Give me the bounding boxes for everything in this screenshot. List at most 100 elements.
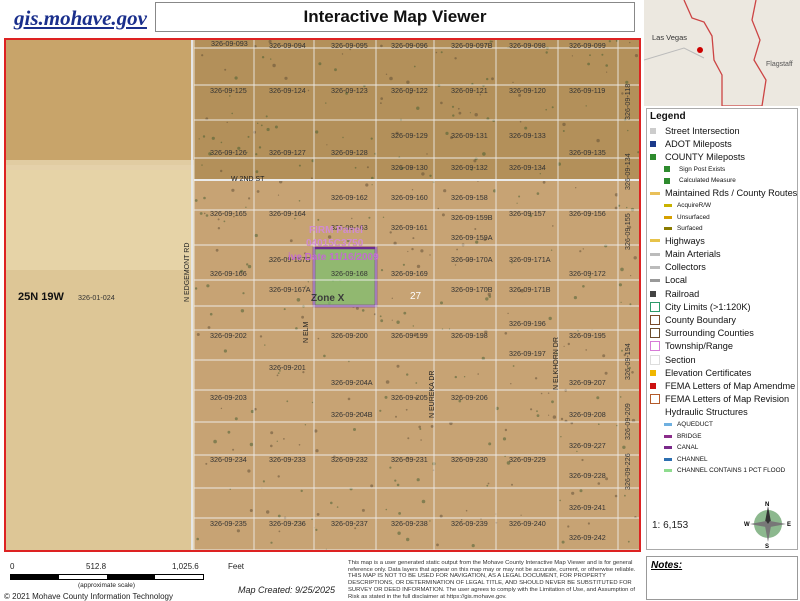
- vegetation-dot: [416, 264, 421, 269]
- vegetation-dot: [403, 311, 407, 315]
- parcel-label: 326-09-159A: [451, 233, 493, 242]
- legend-item: Surrounding Counties: [650, 327, 794, 340]
- legend-panel: Legend Street Intersection ADOT Mileposts…: [646, 108, 798, 550]
- vegetation-dot: [407, 250, 409, 253]
- vegetation-dot: [548, 316, 552, 321]
- vegetation-dot: [406, 373, 409, 376]
- vegetation-dot: [236, 529, 240, 533]
- vegetation-dot: [311, 518, 313, 520]
- imagery-top-left: [6, 40, 194, 165]
- parcel-label: 326-09-197: [509, 349, 546, 358]
- vegetation-dot: [379, 315, 382, 318]
- legend-label: Unsurfaced: [677, 213, 710, 221]
- street-2nd-label: W 2ND ST: [231, 176, 265, 183]
- vegetation-dot: [550, 249, 553, 251]
- vegetation-dot: [629, 41, 631, 44]
- vegetation-dot: [552, 225, 554, 227]
- vegetation-dot: [334, 68, 337, 72]
- parcel-label: 326-09-203: [210, 393, 247, 402]
- vegetation-dot: [246, 263, 249, 266]
- legend-item: AQUEDUCT: [650, 419, 794, 431]
- vegetation-dot: [407, 437, 410, 440]
- vegetation-dot: [585, 349, 587, 351]
- vegetation-dot: [242, 292, 245, 295]
- parcel-label: 326-09-201: [269, 363, 306, 372]
- vegetation-dot: [415, 382, 418, 384]
- vegetation-dot: [454, 375, 457, 379]
- vegetation-dot: [624, 494, 626, 497]
- vegetation-dot: [614, 206, 618, 210]
- vegetation-dot: [342, 136, 344, 139]
- vegetation-dot: [206, 284, 210, 288]
- vegetation-dot: [539, 173, 541, 175]
- legend-title: Legend: [650, 111, 686, 122]
- site-link[interactable]: gis.mohave.gov: [14, 6, 147, 31]
- parcel-label: 326-09-233: [269, 455, 306, 464]
- vegetation-dot: [276, 440, 278, 442]
- vegetation-dot: [380, 102, 382, 104]
- vegetation-dot: [596, 138, 600, 143]
- firm-effective-date: ive Date 11/16/2009: [288, 252, 379, 263]
- vegetation-dot: [266, 510, 270, 514]
- vegetation-dot: [625, 80, 629, 84]
- parcel-label: 326-09-128: [331, 148, 368, 157]
- vegetation-dot: [402, 263, 405, 266]
- legend-item: FEMA Letters of Map Revision: [650, 393, 794, 406]
- parcel-label: 326-09-134: [509, 163, 546, 172]
- parcel-label: 326-09-207: [569, 378, 606, 387]
- vegetation-dot: [416, 106, 420, 110]
- legend-swatch-icon: [664, 215, 672, 219]
- vegetation-dot: [283, 308, 286, 311]
- vegetation-dot: [389, 466, 392, 469]
- parcel-label: 326-09-135: [569, 148, 606, 157]
- vegetation-dot: [347, 397, 351, 401]
- parcel-label: 326-09-208: [569, 410, 606, 419]
- vegetation-dot: [393, 241, 397, 245]
- legend-swatch-icon: [664, 446, 672, 450]
- scale-tick-1: 512.8: [86, 562, 107, 571]
- legend-label: CHANNEL: [677, 455, 708, 463]
- vegetation-dot: [530, 408, 533, 411]
- vegetation-dot: [454, 264, 457, 266]
- vegetation-dot: [406, 80, 410, 84]
- vegetation-dot: [311, 177, 313, 180]
- vegetation-dot: [567, 525, 570, 528]
- parcel-label: 326-09-119: [569, 86, 605, 95]
- parcel-label: 326-09-129: [391, 131, 428, 140]
- parcel-label: 326-09-236: [269, 519, 306, 528]
- legend-swatch-icon: [650, 328, 660, 339]
- overview-map[interactable]: Las Vegas Flagstaff: [644, 0, 800, 106]
- parcel-label: 326-09-202: [210, 331, 247, 340]
- legend-label: Main Arterials: [665, 249, 721, 260]
- map-view[interactable]: 326-09-093 326-09-094 326-09-095 326-09-096…: [4, 38, 641, 552]
- map-canvas[interactable]: 326-09-093 326-09-094 326-09-095 326-09-096…: [6, 40, 639, 550]
- vegetation-dot: [551, 400, 554, 404]
- vegetation-dot: [420, 249, 424, 253]
- vegetation-dot: [439, 514, 443, 518]
- legend-swatch-icon: [664, 227, 672, 230]
- legend-label: AcquireR/W: [677, 202, 712, 209]
- imagery-top-right: [194, 40, 639, 180]
- vegetation-dot: [576, 450, 578, 453]
- vegetation-dot: [421, 172, 425, 176]
- vegetation-dot: [443, 189, 447, 193]
- parcel-label: 326-09-169: [391, 269, 428, 278]
- vegetation-dot: [389, 76, 393, 81]
- parcel-label: 326-09-126: [210, 148, 247, 157]
- vegetation-dot: [207, 326, 211, 329]
- vegetation-dot: [354, 166, 357, 169]
- vegetation-dot: [510, 383, 512, 385]
- city-flagstaff: Flagstaff: [766, 61, 793, 68]
- page-title: Interactive Map Viewer: [155, 2, 635, 32]
- parcel-label: 326-09-130: [391, 163, 428, 172]
- legend-swatch-icon: [650, 278, 660, 282]
- vegetation-dot: [582, 248, 584, 250]
- parcel-label: 326-09-134: [623, 153, 632, 190]
- vegetation-dot: [504, 332, 508, 335]
- parcel-label: 326-09-161: [391, 223, 428, 232]
- parcel-label: 326-09-157: [509, 209, 546, 218]
- vegetation-dot: [226, 121, 228, 124]
- legend-item: AcquireR/W: [650, 200, 794, 212]
- legend-swatch-icon: [650, 369, 656, 376]
- vegetation-dot: [261, 56, 265, 59]
